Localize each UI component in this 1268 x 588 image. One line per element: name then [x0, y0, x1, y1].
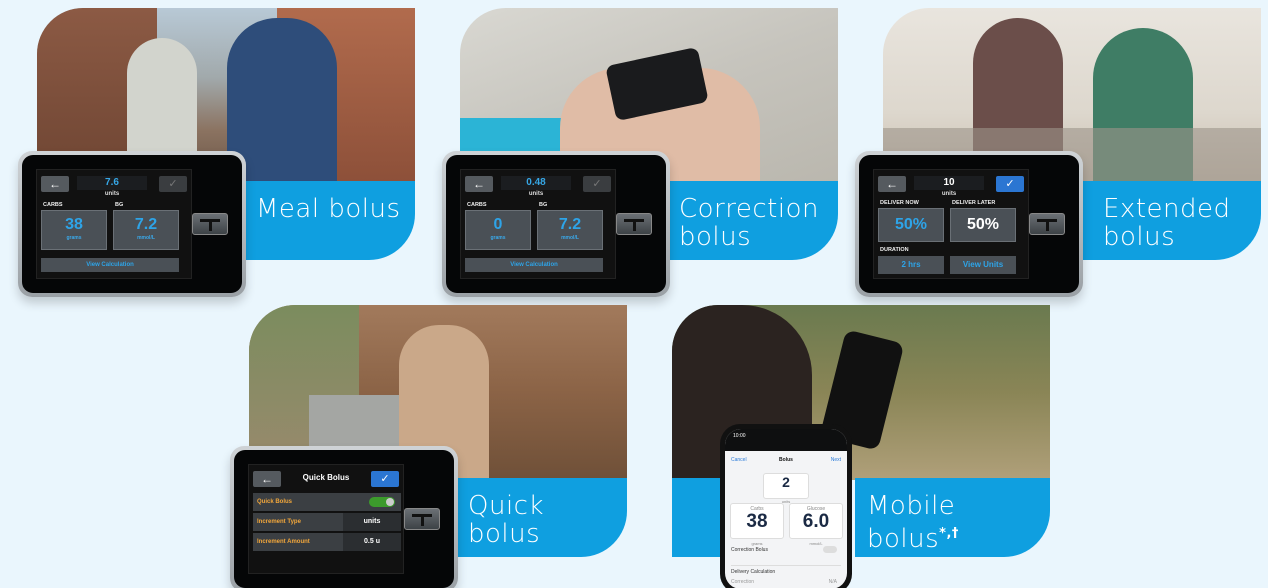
check-icon[interactable]: ✓	[583, 176, 611, 192]
carbs-label: CARBS	[467, 202, 487, 208]
carbs-field[interactable]: Carbs 38 grams	[730, 503, 784, 546]
check-icon[interactable]: ✓	[371, 471, 399, 487]
next-button[interactable]: Next	[831, 457, 841, 463]
mobile-bolus-banner-left	[672, 478, 722, 557]
bg-label: BG	[539, 202, 548, 208]
deliver-later-label: DELIVER LATER	[952, 200, 996, 206]
deliver-now-label: DELIVER NOW	[880, 200, 919, 206]
t-logo-button[interactable]	[404, 508, 440, 530]
increment-amount-row[interactable]: Increment Amount 0.5 u	[253, 533, 401, 551]
bolus-value: 10	[914, 176, 984, 190]
bg-tile[interactable]: 7.2 mmol/L	[537, 210, 603, 250]
duration-button[interactable]: 2 hrs	[878, 256, 944, 274]
extended-bolus-pump: ← 10 units ✓ DELIVER NOW DELIVER LATER 5…	[855, 151, 1083, 297]
pump-screen: ← 10 units ✓ DELIVER NOW DELIVER LATER 5…	[873, 169, 1029, 279]
t-logo-button[interactable]	[192, 213, 228, 235]
deliver-later-tile[interactable]: 50%	[950, 208, 1016, 242]
bg-tile[interactable]: 7.2 mmol/L	[113, 210, 179, 250]
correction-bolus-toggle[interactable]	[823, 546, 837, 553]
quick-bolus-toggle[interactable]	[369, 497, 395, 507]
bolus-units: units	[941, 191, 957, 197]
t-logo-button[interactable]	[616, 213, 652, 235]
mobile-phone: 10:00 Cancel Bolus Next 2 units Carbs 38…	[720, 424, 852, 588]
carbs-label: CARBS	[43, 202, 63, 208]
delivery-calculation-row: Delivery Calculation	[731, 565, 841, 575]
phone-nav: Cancel Bolus Next	[725, 457, 847, 469]
mobile-bolus-label: Mobile bolus*,†	[867, 491, 959, 554]
mobile-bolus-banner: Mobile bolus*,†	[855, 478, 1050, 557]
view-calculation-button[interactable]: View Calculation	[41, 258, 179, 272]
quick-bolus-title: Quick Bolus	[302, 473, 350, 482]
view-calculation-button[interactable]: View Calculation	[465, 258, 603, 272]
pump-screen: ← 0.48 units ✓ CARBS BG 0 grams 7.2 mmol…	[460, 169, 616, 279]
bolus-units: units	[528, 191, 544, 197]
check-icon[interactable]: ✓	[996, 176, 1024, 192]
t-logo-button[interactable]	[1029, 213, 1065, 235]
meal-bolus-label: Meal bolus	[256, 194, 401, 224]
bolus-value: 7.6	[77, 176, 147, 190]
pump-screen: ← Quick Bolus ✓ Quick Bolus Increment Ty…	[248, 464, 404, 574]
quick-bolus-label: Quick bolus	[468, 491, 545, 549]
carbs-tile[interactable]: 0 grams	[465, 210, 531, 250]
units-field[interactable]: 2 units	[763, 473, 809, 504]
bolus-value: 0.48	[501, 176, 571, 190]
correction-bolus-banner: Correction bolus	[668, 181, 838, 260]
bg-label: BG	[115, 202, 124, 208]
back-arrow-icon[interactable]: ←	[253, 471, 281, 487]
phone-title: Bolus	[779, 457, 793, 463]
check-icon[interactable]: ✓	[159, 176, 187, 192]
quick-bolus-pump: ← Quick Bolus ✓ Quick Bolus Increment Ty…	[230, 446, 458, 588]
pump-screen: ← 7.6 units ✓ CARBS BG 38 grams 7.2 mmol…	[36, 169, 192, 279]
view-units-button[interactable]: View Units	[950, 256, 1016, 274]
quick-bolus-banner: Quick bolus	[457, 478, 627, 557]
back-arrow-icon[interactable]: ←	[465, 176, 493, 192]
back-arrow-icon[interactable]: ←	[878, 176, 906, 192]
correction-bolus-row[interactable]: Correction Bolus	[731, 546, 841, 553]
back-arrow-icon[interactable]: ←	[41, 176, 69, 192]
duration-label: DURATION	[880, 247, 909, 253]
carbs-tile[interactable]: 38 grams	[41, 210, 107, 250]
status-bar: 10:00	[725, 429, 847, 451]
quick-bolus-toggle-row[interactable]: Quick Bolus	[253, 493, 401, 511]
meal-bolus-banner: Meal bolus	[244, 181, 415, 260]
deliver-now-tile[interactable]: 50%	[878, 208, 944, 242]
correction-bolus-label: Correction bolus	[679, 194, 819, 252]
extended-bolus-label: Extended bolus	[1103, 194, 1231, 252]
correction-row: Correction N/A	[731, 579, 837, 585]
glucose-field[interactable]: Glucose 6.0 mmol/L	[789, 503, 843, 546]
increment-type-row[interactable]: Increment Type units	[253, 513, 401, 531]
bolus-units: units	[104, 191, 120, 197]
extended-bolus-banner: Extended bolus	[1081, 181, 1261, 260]
meal-bolus-pump: ← 7.6 units ✓ CARBS BG 38 grams 7.2 mmol…	[18, 151, 246, 297]
correction-bolus-pump: ← 0.48 units ✓ CARBS BG 0 grams 7.2 mmol…	[442, 151, 670, 297]
